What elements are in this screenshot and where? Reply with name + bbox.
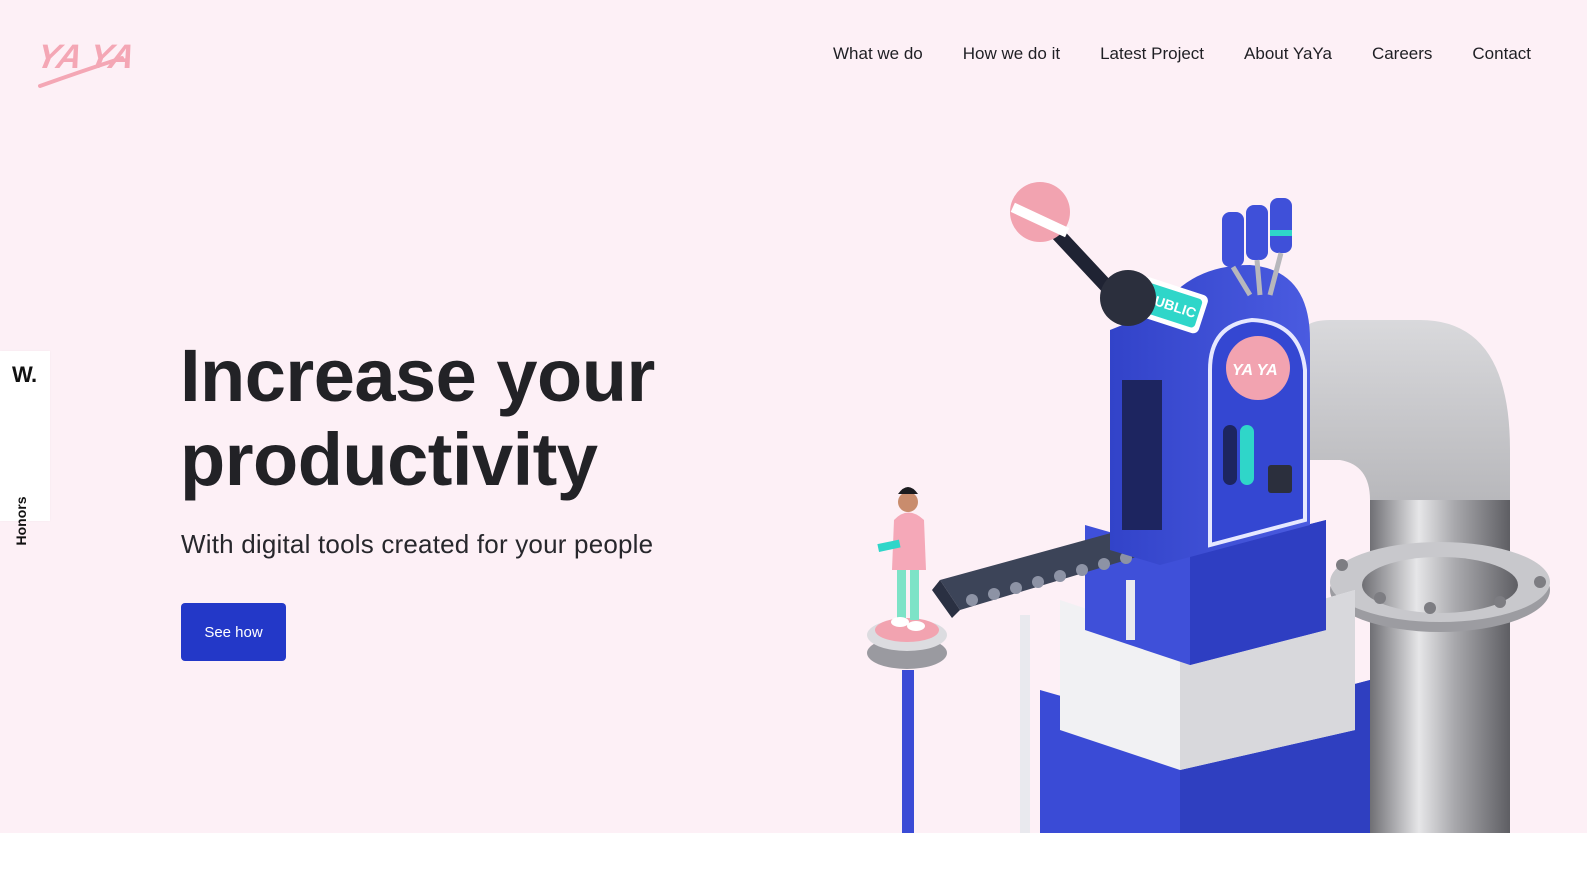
lever <box>1010 182 1156 326</box>
hero-subline: With digital tools created for your peop… <box>181 529 654 559</box>
nav-contact[interactable]: Contact <box>1472 43 1531 65</box>
machine-badge-text: YA YA <box>1232 362 1278 379</box>
nav-latest-project[interactable]: Latest Project <box>1100 43 1204 65</box>
nav-how-we-do-it[interactable]: How we do it <box>963 43 1060 65</box>
see-how-button[interactable]: See how <box>181 603 286 661</box>
headline-line-2: productivity <box>180 418 598 501</box>
nav-what-we-do[interactable]: What we do <box>833 43 923 65</box>
yaya-logo[interactable]: YA YA <box>32 16 132 92</box>
honors-label: Honors <box>13 496 29 546</box>
honors-tab[interactable]: W. Honors <box>0 351 50 546</box>
headline-line-1: Increase your <box>180 334 655 417</box>
person-figure <box>867 487 947 833</box>
main-nav: What we do How we do it Latest Project A… <box>793 43 1531 65</box>
nav-about-yaya[interactable]: About YaYa <box>1244 43 1332 65</box>
machine-illustration: YA YA PUBLIC <box>867 182 1550 833</box>
nav-careers[interactable]: Careers <box>1372 43 1432 65</box>
hero-headline: Increase your productivity <box>180 334 780 502</box>
hero-section: YA YA What we do How we do it Latest Pro… <box>0 0 1587 833</box>
honors-badge: W. <box>12 362 37 387</box>
